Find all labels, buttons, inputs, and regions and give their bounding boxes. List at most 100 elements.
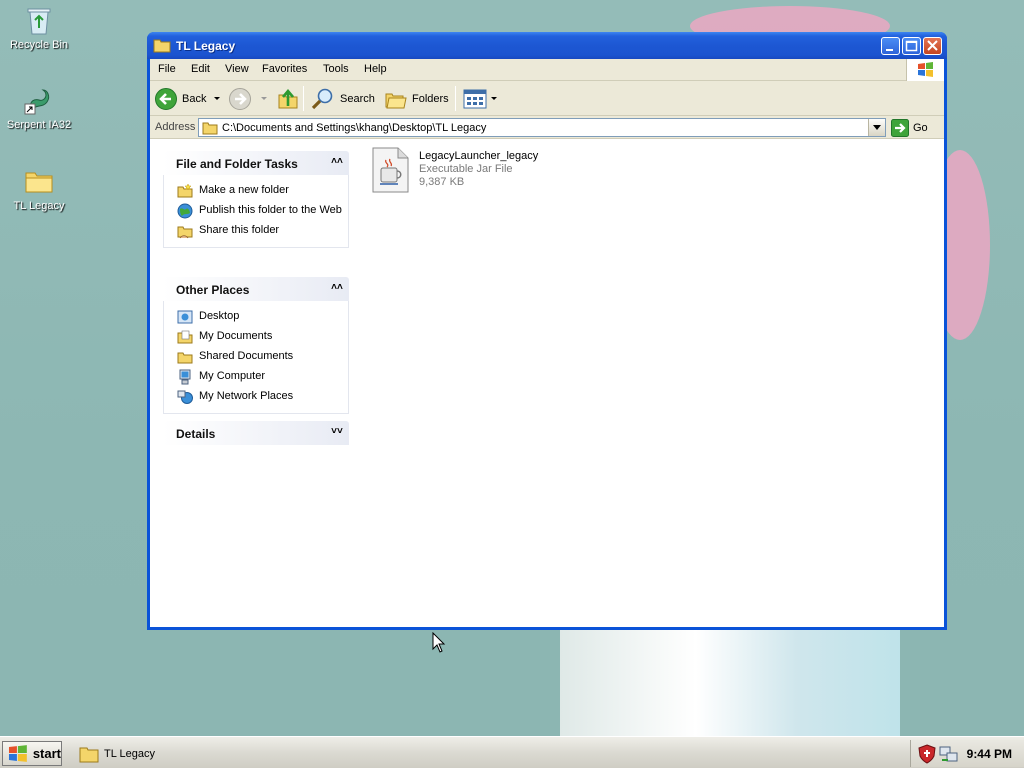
menu-file[interactable]: File: [158, 63, 176, 75]
menu-view[interactable]: View: [225, 63, 249, 75]
file-name: LegacyLauncher_legacy: [419, 150, 539, 162]
address-label: Address: [155, 121, 196, 133]
share-folder-icon: [177, 226, 193, 239]
toolbar-separator: [303, 86, 304, 111]
window-client: File Edit View Favorites Tools Help Back…: [150, 59, 944, 627]
jar-file-icon: [370, 146, 410, 194]
file-type: Executable Jar File: [419, 163, 513, 175]
windows-logo-icon: [8, 744, 27, 762]
place-desktop[interactable]: Desktop: [164, 307, 348, 327]
task-share-folder[interactable]: Share this folder: [164, 221, 348, 241]
menu-edit[interactable]: Edit: [191, 63, 210, 75]
panel-header[interactable]: Other Places ˄˄: [163, 277, 349, 301]
place-my-documents[interactable]: My Documents: [164, 327, 348, 347]
chevron-down-icon: [214, 97, 220, 100]
task-publish-folder[interactable]: Publish this folder to the Web: [164, 201, 348, 221]
minimize-button[interactable]: [881, 37, 900, 55]
desktop-icon-recycle-bin[interactable]: Recycle Bin: [1, 4, 77, 51]
globe-icon: [177, 203, 193, 219]
task-label: Make a new folder: [199, 184, 289, 196]
views-button[interactable]: [463, 86, 497, 111]
place-label: My Computer: [199, 370, 266, 382]
panel-title: Details: [176, 427, 216, 441]
toolbar: Back Search Folders: [150, 81, 944, 116]
system-tray: 9:44 PM: [910, 740, 1024, 767]
forward-button[interactable]: [228, 86, 252, 111]
taskbar: start TL Legacy 9:44 PM: [0, 736, 1024, 768]
file-item[interactable]: LegacyLauncher_legacy Executable Jar Fil…: [370, 146, 620, 196]
search-button[interactable]: Search: [310, 86, 375, 111]
desktop-icon-label: Recycle Bin: [9, 39, 69, 51]
mouse-cursor-icon: [432, 631, 446, 657]
menu-bar: File Edit View Favorites Tools Help: [150, 59, 944, 81]
folder-icon: [153, 37, 171, 56]
address-dropdown-button[interactable]: [868, 119, 885, 136]
menu-help[interactable]: Help: [364, 63, 387, 75]
maximize-icon: [905, 40, 918, 52]
network-connection-icon[interactable]: [939, 744, 959, 764]
clock[interactable]: 9:44 PM: [967, 747, 1012, 761]
folder-icon: [202, 122, 218, 134]
desktop-icon-tl-legacy[interactable]: TL Legacy: [1, 165, 77, 212]
views-icon: [463, 89, 487, 108]
serpent-shortcut-icon: [23, 84, 55, 116]
address-bar: Address C:\Documents and Settings\khang\…: [150, 116, 944, 139]
title-bar[interactable]: TL Legacy: [147, 32, 947, 59]
desktop-icon-label: TL Legacy: [13, 200, 65, 212]
start-label: start: [32, 746, 61, 761]
panel-title: Other Places: [176, 283, 250, 297]
other-places-panel: Other Places ˄˄ Desktop My Documents Sha…: [163, 277, 349, 414]
up-folder-icon: [278, 88, 298, 108]
back-button[interactable]: Back: [154, 86, 206, 111]
wallpaper-shape: [560, 630, 900, 736]
recycle-bin-icon: [23, 4, 55, 36]
collapse-chevron-icon[interactable]: ˄˄: [331, 282, 343, 294]
explorer-window: TL Legacy File Edit View Favorites Tools…: [147, 32, 947, 630]
up-folder-button[interactable]: [276, 86, 300, 111]
folders-label: Folders: [412, 92, 449, 105]
menu-tools[interactable]: Tools: [323, 63, 349, 75]
minimize-icon: [886, 49, 893, 51]
close-icon: [927, 40, 938, 51]
task-label: Publish this folder to the Web: [199, 204, 342, 216]
place-label: Desktop: [199, 310, 240, 322]
desktop-icon: [177, 310, 193, 324]
go-arrow-icon: [891, 118, 909, 137]
place-my-computer[interactable]: My Computer: [164, 367, 348, 387]
security-shield-icon[interactable]: [917, 744, 937, 764]
task-make-new-folder[interactable]: Make a new folder: [164, 181, 348, 201]
content-area: File and Folder Tasks ˄˄ Make a new fold…: [150, 140, 944, 627]
maximize-button[interactable]: [902, 37, 921, 55]
back-label: Back: [182, 92, 207, 105]
folders-button[interactable]: Folders: [384, 86, 449, 111]
collapse-chevron-icon[interactable]: ˄˄: [331, 156, 343, 168]
chevron-down-icon: [873, 125, 881, 130]
go-button[interactable]: Go: [891, 118, 928, 137]
folders-icon: [385, 93, 407, 108]
menu-favorites[interactable]: Favorites: [262, 63, 307, 75]
expand-chevron-icon[interactable]: ˅˅: [331, 426, 343, 438]
panel-title: File and Folder Tasks: [176, 157, 298, 171]
desktop-icon-serpent[interactable]: Serpent IA32: [1, 84, 77, 131]
panel-header[interactable]: Details ˅˅: [163, 421, 349, 445]
forward-arrow-icon: [229, 87, 251, 110]
place-shared-documents[interactable]: Shared Documents: [164, 347, 348, 367]
shared-documents-icon: [177, 352, 193, 364]
place-label: My Network Places: [199, 390, 294, 402]
file-size: 9,387 KB: [419, 176, 465, 188]
back-history-dropdown[interactable]: [214, 86, 220, 111]
file-list: LegacyLauncher_legacy Executable Jar Fil…: [358, 140, 944, 627]
details-panel: Details ˅˅: [163, 421, 349, 445]
go-label: Go: [913, 121, 928, 134]
taskbar-item-label: TL Legacy: [104, 747, 155, 760]
start-button[interactable]: start: [2, 741, 62, 766]
chevron-down-icon: [491, 97, 497, 100]
taskbar-item-tl-legacy[interactable]: TL Legacy: [74, 741, 234, 766]
window-title: TL Legacy: [176, 39, 236, 53]
place-my-network-places[interactable]: My Network Places: [164, 387, 348, 407]
panel-header[interactable]: File and Folder Tasks ˄˄: [163, 151, 349, 175]
close-button[interactable]: [923, 37, 942, 55]
address-input[interactable]: C:\Documents and Settings\khang\Desktop\…: [198, 118, 886, 137]
back-arrow-icon: [155, 87, 177, 110]
forward-history-dropdown[interactable]: [261, 86, 267, 111]
